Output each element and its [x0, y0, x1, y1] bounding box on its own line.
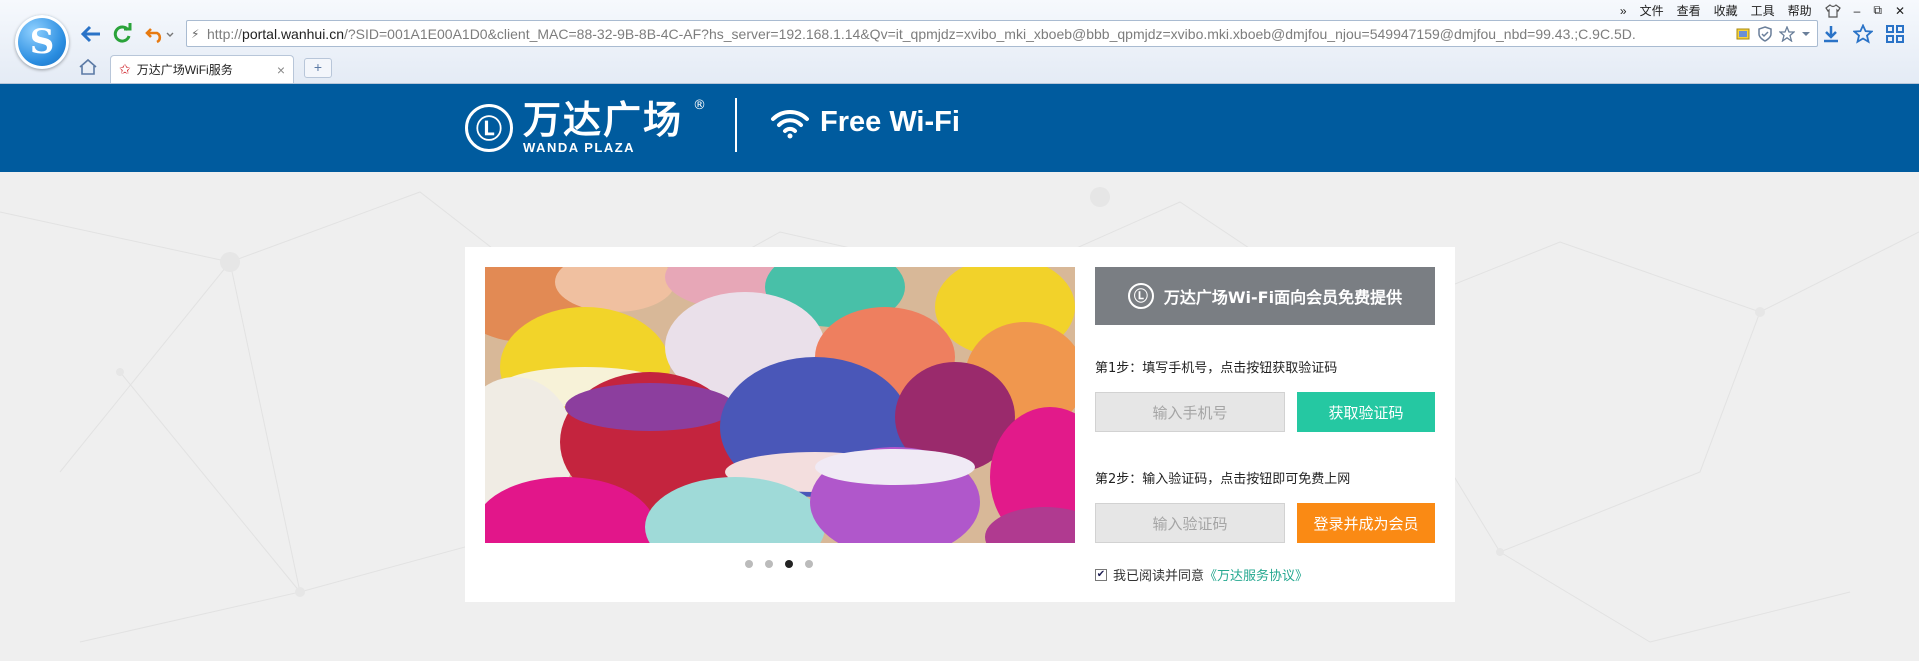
tab-title: 万达广场WiFi服务	[136, 63, 233, 77]
agreement-row: ✔ 我已阅读并同意 《万达服务协议》	[1095, 565, 1435, 584]
home-button[interactable]	[78, 58, 98, 80]
shield-icon[interactable]	[1757, 25, 1773, 42]
site-header: Ⓛ 万达广场 WANDA PLAZA ® Free Wi-Fi	[0, 84, 1919, 172]
refresh-button[interactable]	[109, 21, 135, 47]
browser-logo-icon[interactable]: S	[15, 15, 69, 69]
carousel-image-macarons[interactable]	[485, 267, 1075, 543]
skin-shirt-icon[interactable]	[1824, 3, 1841, 18]
carousel-dots	[745, 560, 813, 568]
bookmarks-star-icon[interactable]	[1853, 24, 1873, 44]
address-url[interactable]: http://portal.wanhui.cn/?SID=001A1E00A1D…	[207, 26, 1735, 42]
tab-favicon-icon: ✩	[119, 61, 131, 77]
menu-item-tools[interactable]: 工具	[1751, 2, 1775, 19]
login-register-button[interactable]: 登录并成为会员	[1297, 503, 1435, 543]
menu-item-file[interactable]: 文件	[1640, 2, 1664, 19]
menu-item-favorites[interactable]: 收藏	[1714, 2, 1738, 19]
restore-button[interactable]: ⧉	[1873, 3, 1882, 18]
undo-icon	[145, 28, 174, 44]
menu-more[interactable]: »	[1620, 4, 1627, 18]
free-wifi-label: Free Wi-Fi	[770, 106, 960, 139]
new-tab-button[interactable]: +	[304, 58, 332, 78]
brand-name-en: WANDA PLAZA	[523, 140, 636, 155]
free-wifi-text: Free Wi-Fi	[820, 106, 960, 138]
wifi-icon	[771, 109, 809, 138]
address-dropdown-icon[interactable]	[1801, 29, 1811, 39]
address-bar[interactable]: ⚡ http://portal.wanhui.cn/?SID=001A1E00A…	[186, 20, 1818, 47]
carousel-dot-2[interactable]	[765, 560, 773, 568]
code-input[interactable]: 输入验证码	[1095, 503, 1285, 543]
header-divider	[735, 98, 737, 152]
carousel-dot-1[interactable]	[745, 560, 753, 568]
menu-item-help[interactable]: 帮助	[1788, 2, 1812, 19]
undo-close-button[interactable]	[142, 21, 178, 47]
menu-bar: » 文件 查看 收藏 工具 帮助 – ⧉ ✕	[1620, 2, 1905, 19]
browser-logo-letter: S	[29, 22, 55, 62]
brand-name-cn: 万达广场	[523, 98, 684, 142]
url-domain: portal.wanhui.cn	[242, 25, 344, 42]
tab-close-icon[interactable]: ×	[277, 62, 285, 78]
download-icon[interactable]	[1821, 24, 1841, 44]
menu-item-view[interactable]: 查看	[1677, 2, 1701, 19]
back-arrow-icon	[80, 25, 100, 43]
favorite-star-icon[interactable]	[1779, 25, 1795, 42]
tab-wanda-wifi[interactable]: ✩ 万达广场WiFi服务 ×	[110, 55, 294, 83]
agreement-checkbox[interactable]: ✔	[1095, 568, 1107, 581]
refresh-icon	[113, 23, 132, 43]
step1-instruction: 第1步：填写手机号，点击按钮获取验证码	[1095, 361, 1338, 376]
step2-instruction: 第2步：输入验证码，点击按钮即可免费上网	[1095, 472, 1351, 487]
phone-input[interactable]: 输入手机号	[1095, 392, 1285, 432]
url-prefix: http://	[207, 25, 243, 42]
home-icon	[79, 58, 97, 75]
apps-grid-icon[interactable]	[1885, 24, 1905, 44]
get-code-button[interactable]: 获取验证码	[1297, 392, 1435, 432]
minimize-button[interactable]: –	[1854, 4, 1861, 18]
service-agreement-link[interactable]: 《万达服务协议》	[1204, 565, 1308, 584]
agreement-text: 我已阅读并同意	[1113, 569, 1205, 584]
lightning-icon: ⚡	[191, 26, 200, 41]
wanda-logo-icon: Ⓛ	[465, 103, 513, 152]
member-notice-banner: Ⓛ 万达广场Wi-Fi面向会员免费提供	[1095, 267, 1435, 325]
wanda-logo: Ⓛ 万达广场 WANDA PLAZA ®	[465, 98, 706, 155]
url-rest: /?SID=001A1E00A1D0&client_MAC=88-32-9B-8…	[343, 25, 1636, 42]
carousel-dot-4[interactable]	[805, 560, 813, 568]
member-notice-text: 万达广场Wi-Fi面向会员免费提供	[1163, 288, 1403, 307]
login-form: Ⓛ 万达广场Wi-Fi面向会员免费提供 第1步：填写手机号，点击按钮获取验证码 …	[1095, 267, 1435, 584]
registered-mark: ®	[693, 98, 706, 113]
carousel-dot-3[interactable]	[785, 560, 793, 568]
back-button[interactable]	[78, 21, 104, 47]
macarons-illustration	[485, 267, 1075, 543]
login-card: Ⓛ 万达广场Wi-Fi面向会员免费提供 第1步：填写手机号，点击按钮获取验证码 …	[465, 247, 1455, 602]
browser-toolbar: S ⚡ http://portal.wanhui.cn/?SID=001A1E0…	[0, 0, 1919, 84]
extension-icon[interactable]	[1735, 26, 1751, 42]
close-window-button[interactable]: ✕	[1895, 4, 1905, 18]
wanda-logo-small-icon: Ⓛ	[1127, 283, 1154, 309]
